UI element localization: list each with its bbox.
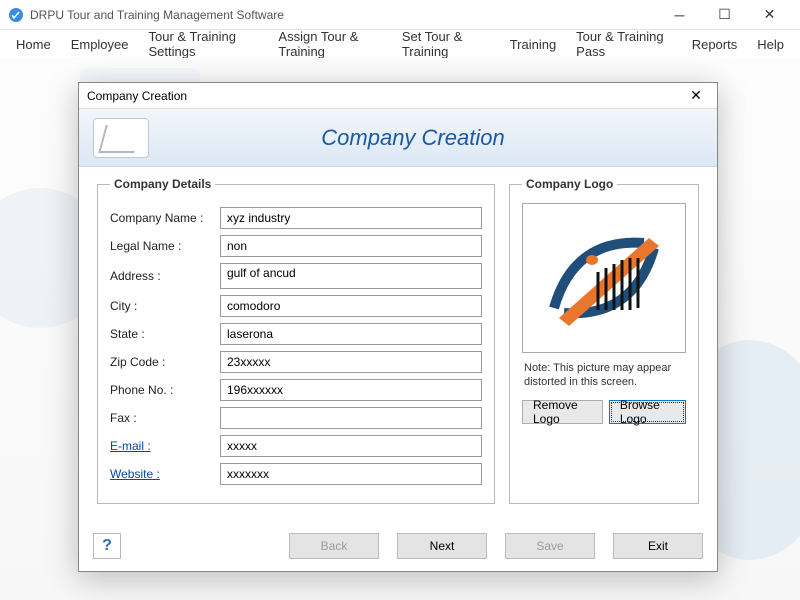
dialog-title: Company Creation xyxy=(87,89,683,103)
email-field[interactable] xyxy=(220,435,482,457)
next-button[interactable]: Next xyxy=(397,533,487,559)
exit-button[interactable]: Exit xyxy=(613,533,703,559)
company-logo-legend: Company Logo xyxy=(522,177,617,191)
dialog-close-button[interactable]: ✕ xyxy=(683,86,709,106)
company-details-group: Company Details Company Name : Legal Nam… xyxy=(97,177,495,504)
save-button[interactable]: Save xyxy=(505,533,595,559)
logo-preview xyxy=(522,203,686,353)
menu-home[interactable]: Home xyxy=(6,33,61,56)
app-icon xyxy=(8,7,24,23)
menubar: Home Employee Tour & Training Settings A… xyxy=(0,30,800,58)
label-zip: Zip Code : xyxy=(110,355,220,369)
help-button[interactable]: ? xyxy=(93,533,121,559)
label-state: State : xyxy=(110,327,220,341)
remove-logo-button[interactable]: Remove Logo xyxy=(522,400,603,424)
company-creation-dialog: Company Creation ✕ Company Creation Comp… xyxy=(78,82,718,572)
logo-image xyxy=(534,218,674,338)
menu-reports[interactable]: Reports xyxy=(682,33,748,56)
close-button[interactable]: ✕ xyxy=(747,1,792,29)
address-field[interactable]: gulf of ancud xyxy=(220,263,482,289)
menu-employee[interactable]: Employee xyxy=(61,33,139,56)
company-details-legend: Company Details xyxy=(110,177,215,191)
legal-name-field[interactable] xyxy=(220,235,482,257)
city-field[interactable] xyxy=(220,295,482,317)
label-phone: Phone No. : xyxy=(110,383,220,397)
label-legal-name: Legal Name : xyxy=(110,239,220,253)
menu-help[interactable]: Help xyxy=(747,33,794,56)
dialog-body: Company Details Company Name : Legal Nam… xyxy=(79,167,717,514)
maximize-button[interactable]: ☐ xyxy=(702,1,747,29)
back-button[interactable]: Back xyxy=(289,533,379,559)
zip-field[interactable] xyxy=(220,351,482,373)
state-field[interactable] xyxy=(220,323,482,345)
company-logo-group: Company Logo Note: This pictu xyxy=(509,177,699,504)
notebook-icon xyxy=(93,118,149,158)
dialog-banner: Company Creation xyxy=(79,109,717,167)
fax-field[interactable] xyxy=(220,407,482,429)
label-address: Address : xyxy=(110,269,220,283)
window-title: DRPU Tour and Training Management Softwa… xyxy=(30,8,657,22)
company-name-field[interactable] xyxy=(220,207,482,229)
dialog-titlebar: Company Creation ✕ xyxy=(79,83,717,109)
label-email[interactable]: E-mail : xyxy=(110,439,220,453)
browse-logo-button[interactable]: Browse Logo xyxy=(609,400,686,424)
menu-training[interactable]: Training xyxy=(500,33,566,56)
logo-note: Note: This picture may appear distorted … xyxy=(524,361,686,390)
phone-field[interactable] xyxy=(220,379,482,401)
dialog-heading: Company Creation xyxy=(149,125,717,151)
dialog-footer: ? Back Next Save Exit xyxy=(93,533,703,559)
workspace: Company Creation ✕ Company Creation Comp… xyxy=(0,58,800,600)
label-fax: Fax : xyxy=(110,411,220,425)
label-website[interactable]: Website : xyxy=(110,467,220,481)
website-field[interactable] xyxy=(220,463,482,485)
label-city: City : xyxy=(110,299,220,313)
label-company-name: Company Name : xyxy=(110,211,220,225)
